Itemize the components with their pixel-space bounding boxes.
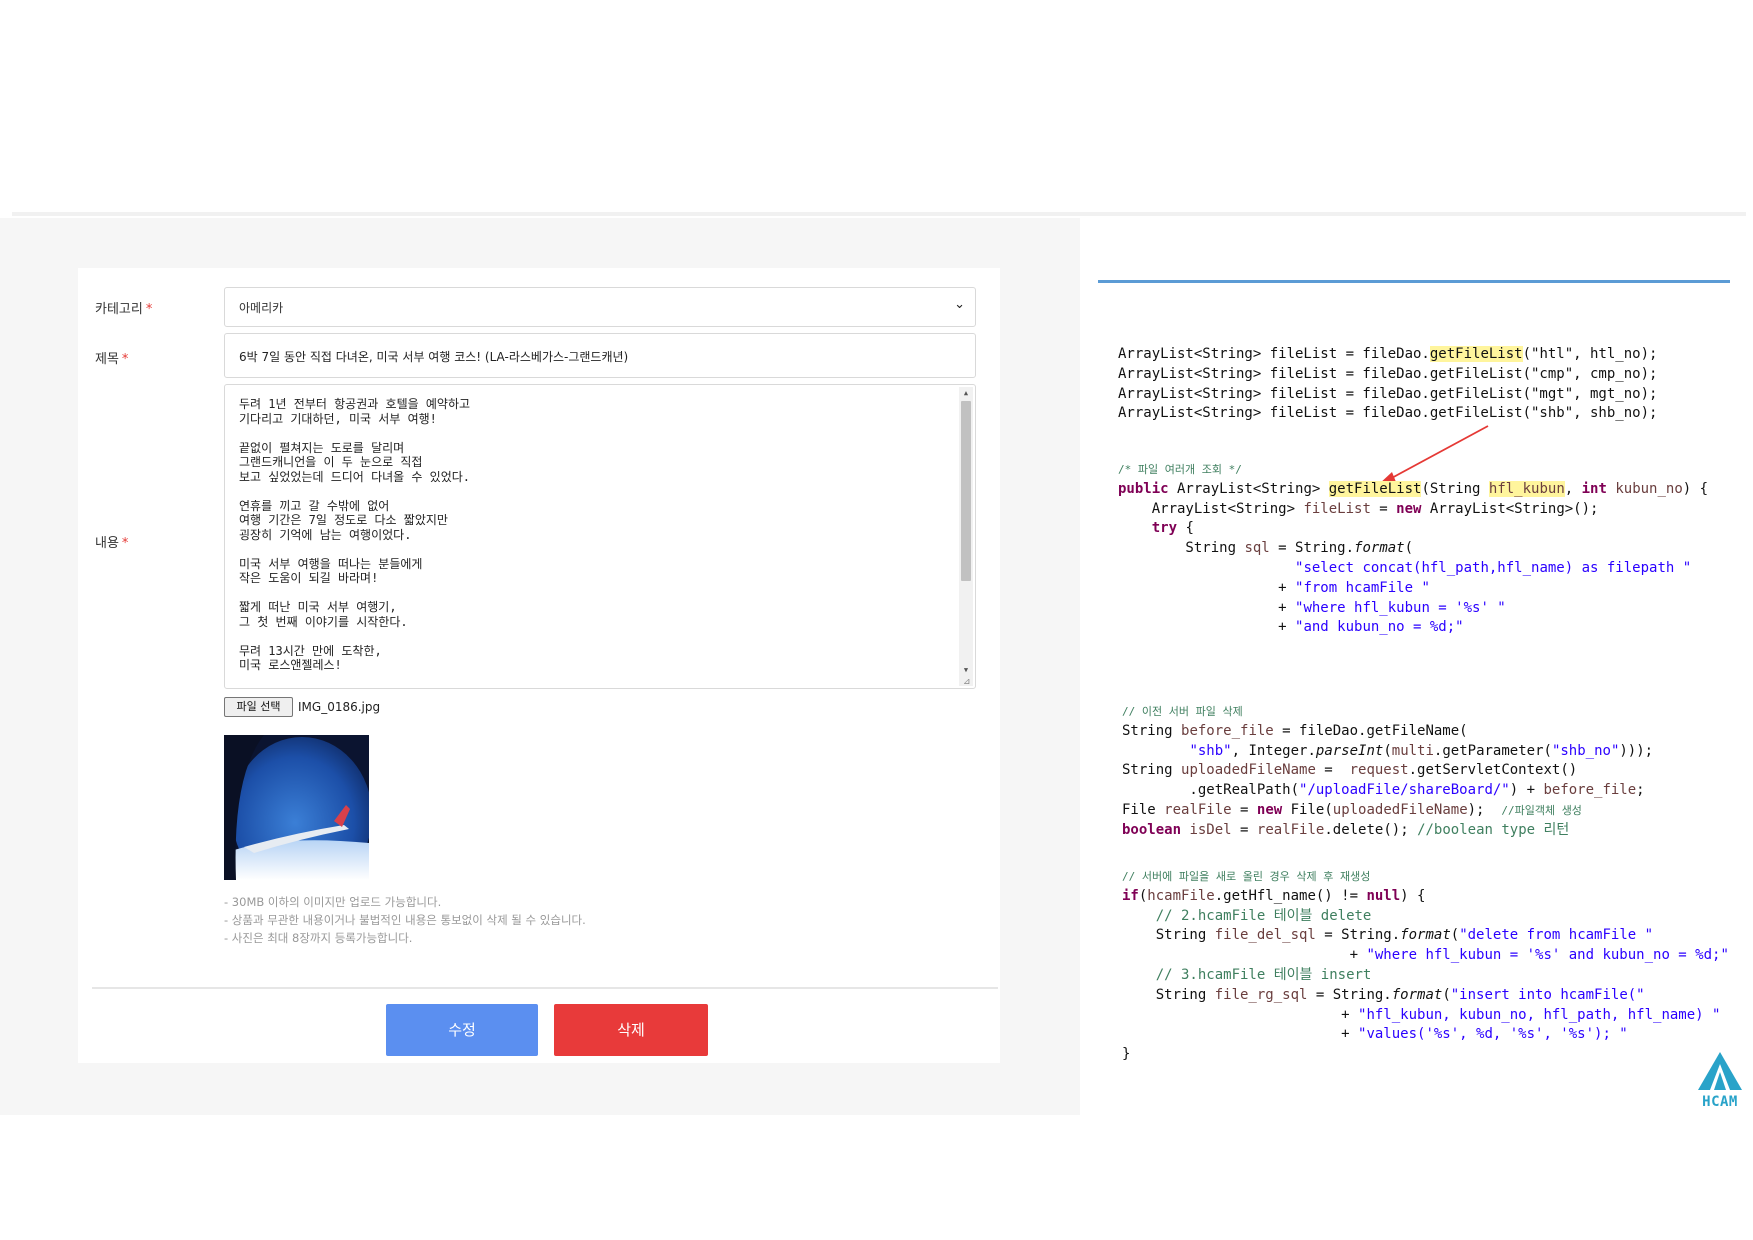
code-line: ArrayList<String> fileList = fileDao. [1118, 346, 1430, 362]
chevron-down-icon: ⌄ [954, 297, 965, 312]
content-paragraph: 짧게 떠난 미국 서부 여행기, 그 첫 번째 이야기를 시작한다. [239, 600, 408, 629]
file-select-button[interactable]: 파일 선택 [224, 697, 293, 717]
content-label: 내용 * [95, 536, 129, 551]
code-line: ArrayList<String> fileList = fileDao.get… [1118, 365, 1658, 382]
title-label: 제목 * [95, 352, 129, 367]
top-divider [12, 212, 1746, 216]
textarea-scrollbar[interactable]: ▲ ▼ [959, 387, 973, 686]
note-item: - 30MB 이하의 이미지만 업로드 가능합니다. [224, 895, 442, 909]
code-delete-block: // 이전 서버 파일 삭제 String before_file = file… [1122, 705, 1654, 838]
edit-button[interactable]: 수정 [386, 1004, 538, 1056]
required-mark: * [145, 302, 153, 317]
content-textarea[interactable]: 두려 1년 전부터 항공권과 호텔을 예약하고 기다리고 기대하던, 미국 서부… [224, 384, 976, 689]
logo-text: HCAM [1702, 1094, 1738, 1110]
scroll-down-icon[interactable]: ▼ [959, 664, 973, 676]
hcam-logo: HCAM [1694, 1050, 1746, 1114]
code-comment: // 3.hcamFile 테이블 insert [1155, 966, 1372, 983]
code-calls-block: ArrayList<String> fileList = fileDao.get… [1118, 345, 1657, 424]
code-comment: //boolean type 리턴 [1417, 821, 1570, 838]
code-comment: // 서버에 파일을 새로 올린 경우 삭제 후 재생성 [1122, 870, 1371, 883]
upload-notes: - 30MB 이하의 이미지만 업로드 가능합니다. - 상품과 무관한 내용이… [224, 893, 586, 947]
code-comment: // 이전 서버 파일 삭제 [1122, 705, 1243, 718]
highlighted-method: getFileList [1429, 346, 1523, 362]
code-upload-block: // 서버에 파일을 새로 올린 경우 삭제 후 재생성 if(hcamFile… [1122, 870, 1729, 1063]
form-divider [92, 987, 998, 989]
content-paragraph: 무려 13시간 만에 도착한, 미국 로스앤젤레스! [239, 643, 382, 673]
tent-logo-icon [1698, 1052, 1742, 1090]
code-comment: // 2.hcamFile 테이블 delete [1155, 907, 1372, 924]
code-line: ArrayList<String> fileList = fileDao.get… [1118, 385, 1658, 402]
content-paragraph: 미국 서부 여행을 떠나는 분들에게 작은 도움이 되길 바라며! [239, 556, 423, 586]
code-accent-rule [1098, 280, 1730, 283]
code-line: ArrayList<String> fileList = fileDao.get… [1118, 405, 1658, 422]
note-item: - 사진은 최대 8장까지 등록가능합니다. [224, 931, 413, 945]
code-comment: //파일객체 생성 [1501, 803, 1582, 817]
category-select[interactable]: 아메리카 ⌄ [224, 287, 976, 327]
note-item: - 상품과 무관한 내용이거나 불법적인 내용은 통보없이 삭제 될 수 있습니… [224, 913, 586, 927]
title-input[interactable]: 6박 7일 동안 직접 다녀온, 미국 서부 여행 코스! (LA-라스베가스-… [224, 333, 976, 378]
content-paragraph: 연휴를 끼고 갈 수밖에 없어 여행 기간은 7일 정도로 다소 짧았지만 굉장… [239, 498, 448, 542]
category-select-value: 아메리카 [239, 301, 284, 315]
category-label: 카테고리 * [95, 302, 153, 317]
content-paragraph: 끝없이 펼쳐지는 도로를 달리며 그랜드캐니언을 이 두 눈으로 직접 보고 싶… [239, 440, 471, 484]
selected-file-name: IMG_0186.jpg [298, 700, 381, 714]
code-line: ("htl", htl_no); [1522, 346, 1658, 362]
required-mark: * [121, 352, 129, 367]
airplane-window-image [224, 735, 369, 880]
scrollbar-thumb[interactable] [961, 401, 971, 581]
code-comment: /* 파일 여러개 조회 */ [1118, 463, 1242, 476]
code-method-block: /* 파일 여러개 조회 */ public ArrayList<String>… [1118, 463, 1709, 636]
content-paragraph: 두려 1년 전부터 항공권과 호텔을 예약하고 기다리고 기대하던, 미국 서부… [239, 397, 471, 426]
required-mark: * [121, 536, 129, 551]
scroll-up-icon[interactable]: ▲ [959, 387, 973, 399]
uploaded-image-thumbnail [224, 735, 369, 880]
resize-grip-icon[interactable]: ⊿ [963, 677, 973, 687]
delete-button[interactable]: 삭제 [554, 1004, 708, 1056]
